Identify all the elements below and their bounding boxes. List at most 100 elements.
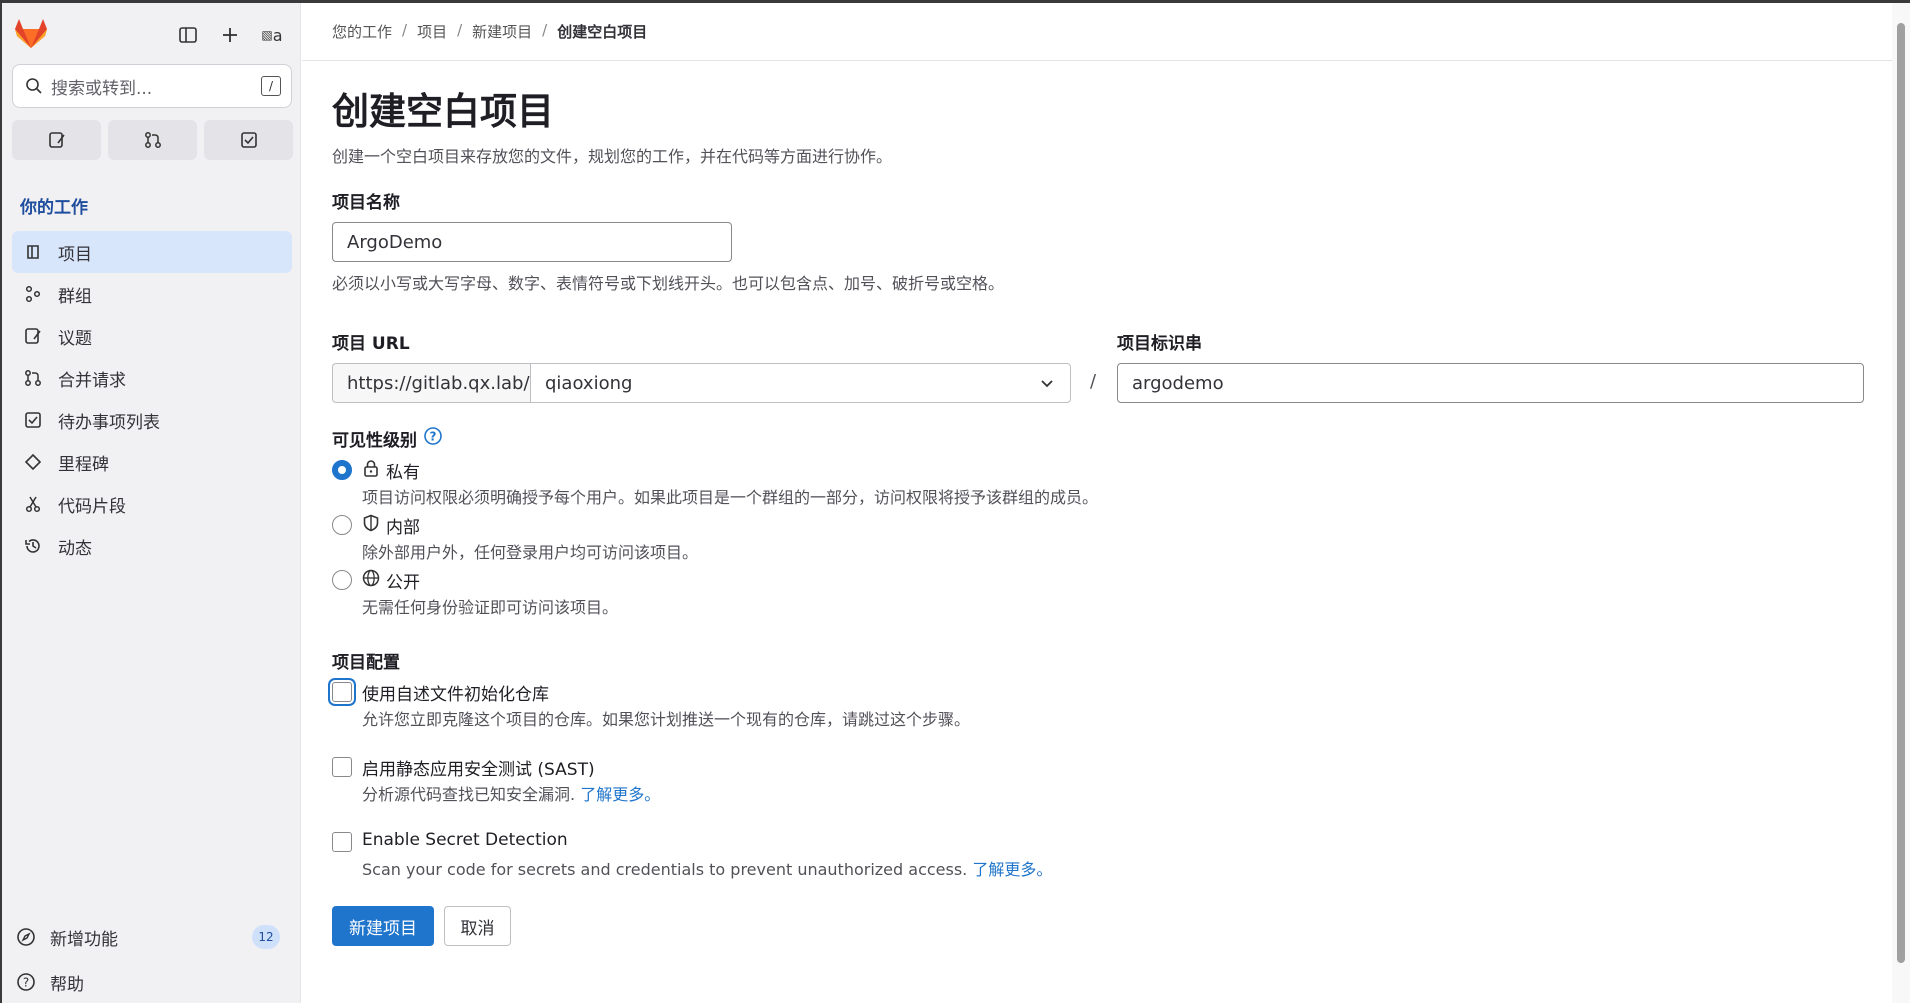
todos-shortcut-button[interactable] bbox=[204, 120, 293, 160]
init-readme-label[interactable]: 使用自述文件初始化仓库 bbox=[362, 680, 549, 705]
sidebar-item-projects[interactable]: 项目 bbox=[12, 231, 292, 273]
project-icon bbox=[22, 241, 44, 263]
breadcrumb-current[interactable]: 创建空白项目 bbox=[557, 21, 647, 42]
breadcrumb-your-work[interactable]: 您的工作 bbox=[332, 21, 392, 42]
project-slug-label: 项目标识串 bbox=[1117, 334, 1202, 354]
enable-sast-checkbox[interactable] bbox=[332, 757, 352, 777]
todo-icon bbox=[22, 409, 44, 431]
enable-secret-detection-label[interactable]: Enable Secret Detection bbox=[362, 830, 568, 850]
sidebar-item-label: 代码片段 bbox=[58, 496, 126, 517]
project-name-input[interactable]: ArgoDemo bbox=[332, 222, 732, 262]
sidebar-item-label: 项目 bbox=[58, 244, 92, 265]
question-icon[interactable]: ? bbox=[423, 426, 443, 451]
cancel-button[interactable]: 取消 bbox=[444, 906, 511, 946]
sidebar-item-label: 动态 bbox=[58, 538, 92, 559]
sidebar-item-groups[interactable]: 群组 bbox=[12, 273, 292, 315]
visibility-public-label[interactable]: 公开 bbox=[362, 568, 420, 593]
globe-icon bbox=[362, 569, 380, 592]
sidebar-item-label: 合并请求 bbox=[58, 370, 126, 391]
breadcrumb-new-project[interactable]: 新建项目 bbox=[472, 21, 532, 42]
issues-icon bbox=[22, 325, 44, 347]
visibility-public-desc: 无需任何身份验证即可访问该项目。 bbox=[362, 598, 619, 617]
milestone-icon bbox=[22, 451, 44, 473]
enable-sast-label[interactable]: 启用静态应用安全测试 (SAST) bbox=[362, 755, 595, 780]
merge-request-icon bbox=[144, 132, 161, 148]
svg-text:?: ? bbox=[430, 430, 437, 444]
project-config-label: 项目配置 bbox=[332, 653, 400, 673]
visibility-internal-text: 内部 bbox=[386, 518, 420, 538]
visibility-label-text: 可见性级别 bbox=[332, 431, 417, 451]
project-slug-input[interactable]: argodemo bbox=[1117, 363, 1864, 403]
search-shortcut-key: / bbox=[261, 76, 281, 96]
search-icon bbox=[26, 78, 42, 94]
sidebar-item-label: 待办事项列表 bbox=[58, 412, 160, 433]
sidebar-item-label: 议题 bbox=[58, 328, 92, 349]
visibility-public-radio[interactable] bbox=[332, 570, 352, 590]
sidebar-item-todos[interactable]: 待办事项列表 bbox=[12, 399, 292, 441]
sidebar-item-milestones[interactable]: 里程碑 bbox=[12, 441, 292, 483]
merge-request-icon bbox=[22, 367, 44, 389]
gitlab-logo-icon[interactable] bbox=[14, 17, 50, 51]
sidebar-nav: 项目 群组 议题 合并请求 待办事项列表 里程碑 代码片段 动态 bbox=[12, 231, 292, 567]
merge-requests-shortcut-button[interactable] bbox=[108, 120, 197, 160]
avatar-alt-text: a bbox=[272, 25, 283, 45]
avatar[interactable]: ▧ a bbox=[256, 19, 288, 51]
visibility-internal-desc: 除外部用户外，任何登录用户均可访问该项目。 bbox=[362, 543, 699, 562]
compass-icon bbox=[14, 925, 38, 949]
url-slash: / bbox=[1090, 371, 1097, 392]
snippet-icon bbox=[22, 493, 44, 515]
sidebar-item-snippets[interactable]: 代码片段 bbox=[12, 483, 292, 525]
sidebar-item-issues[interactable]: 议题 bbox=[12, 315, 292, 357]
enable-sast-desc: 分析源代码查找已知安全漏洞. 了解更多。 bbox=[362, 781, 660, 805]
visibility-private-label[interactable]: 私有 bbox=[362, 458, 420, 483]
secret-detection-desc-text: Scan your code for secrets and credentia… bbox=[362, 860, 968, 879]
help-button[interactable]: ? 帮助 bbox=[14, 967, 84, 997]
breadcrumb-projects[interactable]: 项目 bbox=[417, 21, 447, 42]
breadcrumb: 您的工作 / 项目 / 新建项目 / 创建空白项目 bbox=[332, 21, 647, 42]
create-project-button[interactable]: 新建项目 bbox=[332, 906, 434, 946]
shield-icon bbox=[362, 514, 380, 537]
visibility-internal-radio[interactable] bbox=[332, 515, 352, 535]
group-icon bbox=[22, 283, 44, 305]
sast-learn-more-link[interactable]: 了解更多。 bbox=[580, 785, 660, 804]
init-readme-desc: 允许您立即克隆这个项目的仓库。如果您计划推送一个现有的仓库，请跳过这个步骤。 bbox=[362, 710, 971, 729]
sidebar-item-merge-requests[interactable]: 合并请求 bbox=[12, 357, 292, 399]
visibility-private-radio[interactable] bbox=[332, 460, 352, 480]
project-url-label: 项目 URL bbox=[332, 334, 410, 354]
sidebar-item-label: 里程碑 bbox=[58, 454, 109, 475]
init-readme-checkbox[interactable] bbox=[332, 682, 352, 702]
whats-new-count-badge: 12 bbox=[252, 925, 280, 949]
whats-new-label: 新增功能 bbox=[50, 929, 118, 950]
todo-icon bbox=[240, 132, 257, 148]
namespace-select[interactable]: qiaoxiong bbox=[530, 363, 1071, 403]
sidebar-item-activity[interactable]: 动态 bbox=[12, 525, 292, 567]
plus-icon[interactable] bbox=[214, 19, 246, 51]
sidebar: ▧ a 搜索或转到... / 你的工作 项目 群组 议题 合并请求 待办事项列表… bbox=[2, 3, 301, 1003]
scrollbar[interactable] bbox=[1892, 3, 1910, 1003]
project-name-label: 项目名称 bbox=[332, 193, 400, 213]
enable-secret-detection-desc: Scan your code for secrets and credentia… bbox=[362, 856, 1052, 880]
breadcrumb-separator: / bbox=[542, 21, 548, 39]
issues-icon bbox=[48, 132, 65, 148]
breadcrumb-separator: / bbox=[402, 21, 408, 39]
enable-secret-detection-checkbox[interactable] bbox=[332, 832, 352, 852]
issues-shortcut-button[interactable] bbox=[12, 120, 101, 160]
visibility-internal-label[interactable]: 内部 bbox=[362, 513, 420, 538]
history-icon bbox=[22, 535, 44, 557]
section-title-your-work[interactable]: 你的工作 bbox=[20, 193, 88, 218]
secret-detection-learn-more-link[interactable]: 了解更多。 bbox=[972, 860, 1052, 879]
breadcrumb-separator: / bbox=[457, 21, 463, 39]
search-input[interactable]: 搜索或转到... / bbox=[12, 64, 292, 108]
whats-new-button[interactable]: 新增功能 bbox=[14, 922, 118, 952]
page-description: 创建一个空白项目来存放您的文件，规划您的工作，并在代码等方面进行协作。 bbox=[332, 147, 893, 166]
toggle-sidebar-icon[interactable] bbox=[172, 19, 204, 51]
visibility-private-desc: 项目访问权限必须明确授予每个用户。如果此项目是一个群组的一部分，访问权限将授予该… bbox=[362, 488, 1099, 507]
sidebar-top: ▧ a bbox=[14, 17, 294, 53]
enable-sast-desc-text: 分析源代码查找已知安全漏洞. bbox=[362, 785, 576, 804]
lock-icon bbox=[362, 459, 380, 482]
chevron-down-icon bbox=[1038, 374, 1056, 397]
namespace-value: qiaoxiong bbox=[545, 372, 633, 394]
page-title: 创建空白项目 bbox=[332, 90, 554, 133]
scrollbar-thumb[interactable] bbox=[1897, 23, 1905, 963]
sidebar-item-label: 群组 bbox=[58, 286, 92, 307]
